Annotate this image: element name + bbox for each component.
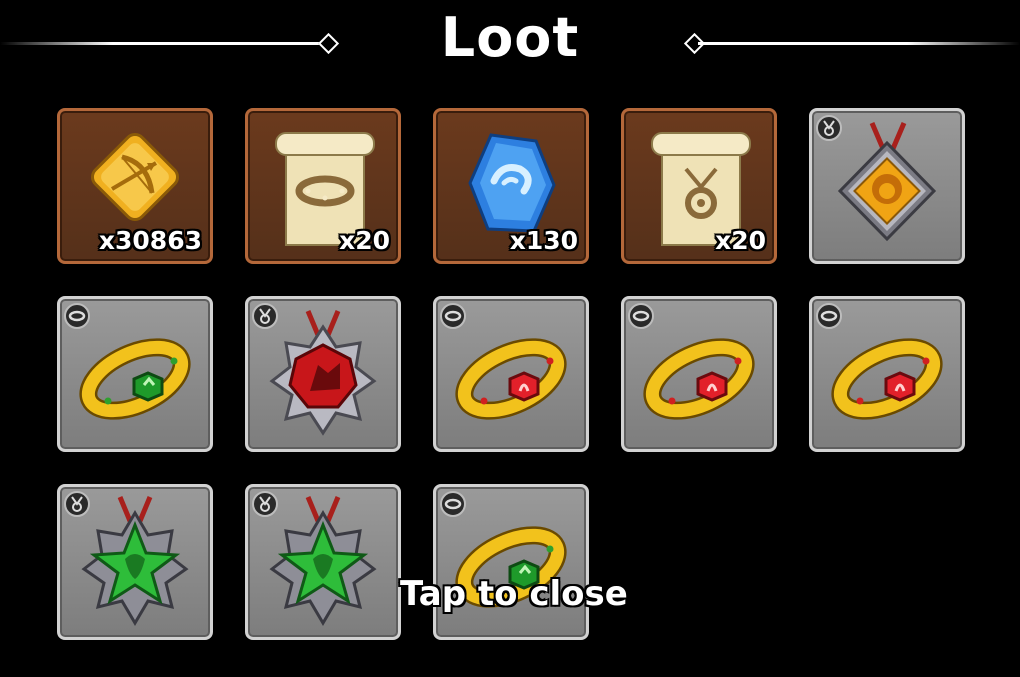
- loot-slot-red-ring[interactable]: [809, 296, 965, 452]
- amulet-slot-icon: [71, 496, 83, 512]
- title-divider-right: [698, 42, 1020, 45]
- loot-slot-lion-amulet[interactable]: [809, 108, 965, 264]
- loot-slot-red-ring[interactable]: [433, 296, 589, 452]
- amulet-slot-badge: [252, 491, 278, 517]
- loot-slot-ring-scroll[interactable]: x20: [245, 108, 401, 264]
- loot-slot-green-amulet[interactable]: [57, 484, 213, 640]
- amulet-slot-badge: [64, 491, 90, 517]
- ring-slot-badge: [440, 303, 466, 329]
- amulet-slot-icon: [823, 120, 835, 136]
- ring-slot-icon: [444, 498, 462, 510]
- loot-slot-green-amulet[interactable]: [245, 484, 401, 640]
- quantity-label: x20: [715, 226, 766, 255]
- quantity-label: x130: [509, 226, 578, 255]
- loot-slot-red-amulet[interactable]: [245, 296, 401, 452]
- loot-slot-red-ring[interactable]: [621, 296, 777, 452]
- loot-slot-green-ring[interactable]: [433, 484, 589, 640]
- quantity-label: x20: [339, 226, 390, 255]
- amulet-slot-badge: [252, 303, 278, 329]
- loot-slot-blue-crystal[interactable]: x130: [433, 108, 589, 264]
- loot-slot-bow-token[interactable]: x30863: [57, 108, 213, 264]
- page-title: Loot: [440, 6, 580, 69]
- tap-to-close-hint[interactable]: Tap to close: [400, 574, 628, 614]
- ring-slot-badge: [816, 303, 842, 329]
- ring-slot-icon: [68, 310, 86, 322]
- amulet-slot-icon: [259, 308, 271, 324]
- ring-slot-icon: [820, 310, 838, 322]
- ring-slot-badge: [64, 303, 90, 329]
- loot-slot-green-ring[interactable]: [57, 296, 213, 452]
- quantity-label: x30863: [98, 226, 202, 255]
- amulet-slot-icon: [259, 496, 271, 512]
- amulet-slot-badge: [816, 115, 842, 141]
- ring-slot-badge: [440, 491, 466, 517]
- ring-slot-icon: [632, 310, 650, 322]
- ring-slot-icon: [444, 310, 462, 322]
- ring-slot-badge: [628, 303, 654, 329]
- loot-slot-amulet-scroll[interactable]: x20: [621, 108, 777, 264]
